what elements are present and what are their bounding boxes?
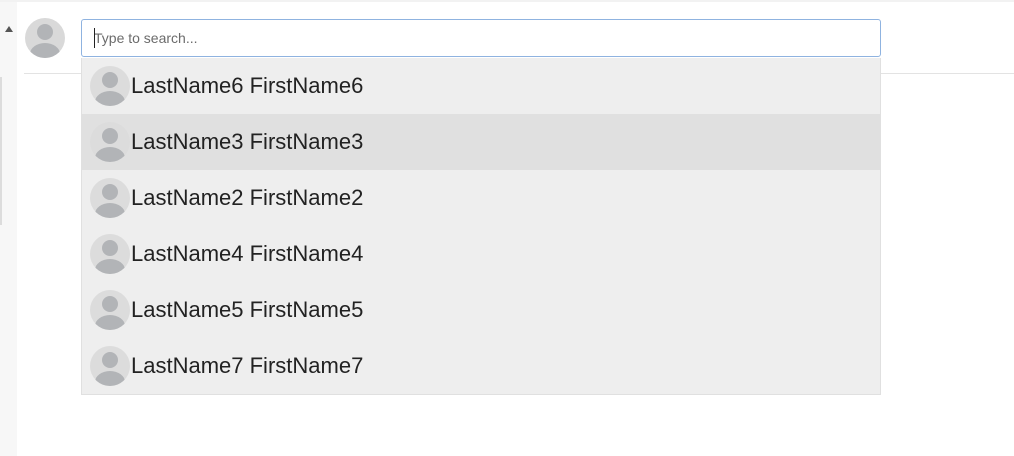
option-label: LastName6 FirstName6: [131, 73, 364, 98]
avatar-body: [30, 43, 60, 58]
option-avatar-icon: [90, 122, 130, 162]
left-panel-strip: [0, 2, 17, 456]
option-label: LastName5 FirstName5: [131, 297, 364, 322]
option-label: LastName2 FirstName2: [131, 185, 364, 210]
current-user-avatar: [25, 18, 65, 58]
avatar-head: [37, 24, 53, 40]
dropdown-option[interactable]: LastName4 FirstName4: [82, 226, 880, 282]
collapse-arrow-icon[interactable]: [5, 26, 13, 32]
dropdown-option[interactable]: LastName7 FirstName7: [82, 338, 880, 394]
search-input[interactable]: [81, 19, 881, 57]
dropdown-option[interactable]: LastName3 FirstName3: [82, 114, 880, 170]
top-border: [0, 0, 1014, 2]
dropdown-option[interactable]: LastName2 FirstName2: [82, 170, 880, 226]
text-caret: [94, 28, 95, 48]
option-avatar-icon: [90, 178, 130, 218]
left-panel-divider: [0, 77, 2, 225]
option-label: LastName3 FirstName3: [131, 129, 364, 154]
option-avatar-icon: [90, 66, 130, 106]
option-label: LastName4 FirstName4: [131, 241, 364, 266]
dropdown-option[interactable]: LastName5 FirstName5: [82, 282, 880, 338]
option-label: LastName7 FirstName7: [131, 353, 364, 378]
option-avatar-icon: [90, 346, 130, 386]
option-avatar-icon: [90, 290, 130, 330]
dropdown-option[interactable]: LastName6 FirstName6: [82, 58, 880, 114]
autocomplete-dropdown: LastName6 FirstName6 LastName3 FirstName…: [81, 58, 881, 395]
option-avatar-icon: [90, 234, 130, 274]
